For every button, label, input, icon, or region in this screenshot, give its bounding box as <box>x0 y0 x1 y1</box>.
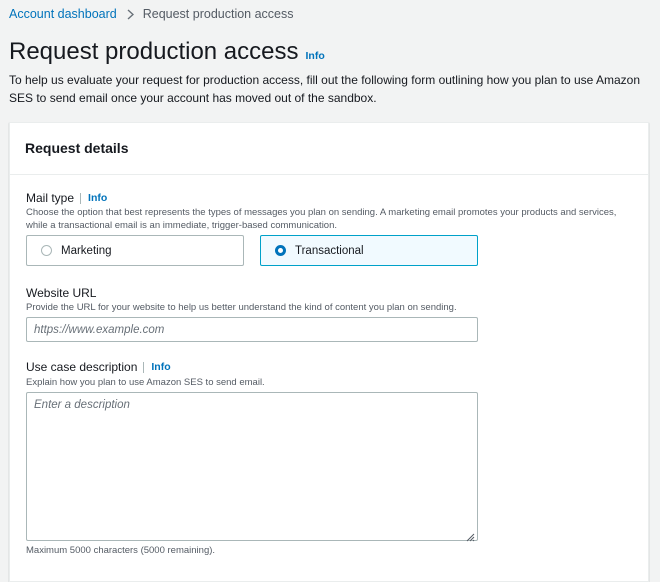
label-divider <box>80 192 82 204</box>
radio-card-marketing[interactable]: Marketing <box>26 235 244 266</box>
radio-transactional-label: Transactional <box>295 244 364 257</box>
use-case-constraint: Maximum 5000 characters (5000 remaining)… <box>26 545 216 556</box>
website-url-label: Website URL <box>26 286 96 300</box>
breadcrumb: Account dashboard Request production acc… <box>9 6 294 22</box>
website-url-description: Provide the URL for your website to help… <box>26 302 457 313</box>
breadcrumb-account-dashboard-link[interactable]: Account dashboard <box>9 7 117 21</box>
use-case-label: Use case description Info <box>26 360 171 374</box>
website-url-label-text: Website URL <box>26 286 97 300</box>
page-title-text: Request production access <box>9 38 299 65</box>
mail-type-description: Choose the option that best represents t… <box>26 207 617 231</box>
radio-transactional[interactable] <box>275 245 286 256</box>
page-description: To help us evaluate your request for pro… <box>9 73 641 105</box>
chevron-right-icon <box>127 8 134 20</box>
mail-type-label-text: Mail type <box>26 191 75 205</box>
mail-type-label: Mail type Info <box>26 191 107 205</box>
mail-type-info-link[interactable]: Info <box>88 192 107 204</box>
radio-marketing-label: Marketing <box>61 244 112 257</box>
breadcrumb-current: Request production access <box>142 7 294 21</box>
panel-title: Request details <box>25 140 129 156</box>
use-case-info-link[interactable]: Info <box>151 361 170 373</box>
website-url-input[interactable] <box>26 317 478 342</box>
resize-handle-icon[interactable] <box>465 529 475 542</box>
label-divider <box>143 361 145 373</box>
page-info-link[interactable]: Info <box>306 50 325 62</box>
request-details-panel: Request details Mail type Info Choose th… <box>9 122 649 582</box>
panel-header: Request details <box>10 123 648 175</box>
radio-card-transactional[interactable]: Transactional <box>260 235 478 266</box>
use-case-description: Explain how you plan to use Amazon SES t… <box>26 377 265 388</box>
use-case-label-text: Use case description <box>26 360 138 374</box>
radio-marketing[interactable] <box>41 245 52 256</box>
page-title: Request production access Info <box>9 38 325 66</box>
use-case-textarea[interactable] <box>26 392 478 541</box>
